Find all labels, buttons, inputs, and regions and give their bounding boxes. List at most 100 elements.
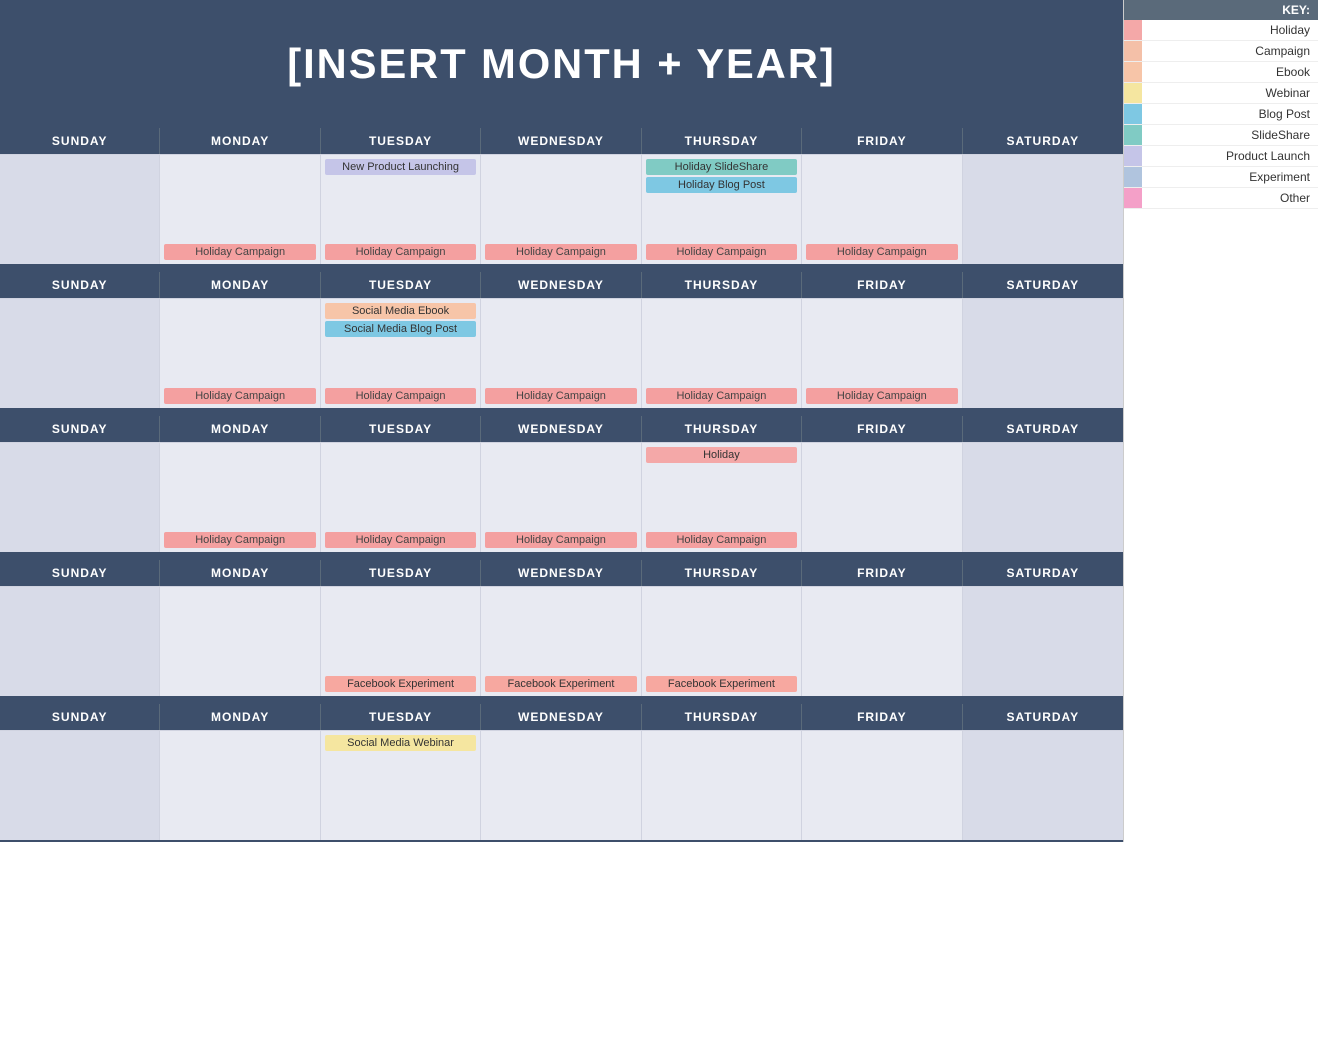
day-cell: Holiday Campaign — [802, 154, 962, 264]
day-cell — [160, 730, 320, 840]
key-color-swatch — [1124, 104, 1142, 124]
day-name: SUNDAY — [0, 272, 160, 298]
bottom-tag: Facebook Experiment — [325, 676, 476, 692]
bottom-tag: Holiday Campaign — [485, 244, 636, 260]
key-item-label: Other — [1142, 188, 1318, 208]
bottom-tag: Holiday Campaign — [646, 532, 797, 548]
bottom-tag: Facebook Experiment — [485, 676, 636, 692]
week-header-2: SUNDAYMONDAYTUESDAYWEDNESDAYTHURSDAYFRID… — [0, 416, 1123, 442]
day-cell: Holiday SlideShareHoliday Blog PostHolid… — [642, 154, 802, 264]
day-name: MONDAY — [160, 416, 320, 442]
bottom-tag: Holiday Campaign — [485, 388, 636, 404]
day-cell — [0, 442, 160, 552]
week-header-0: SUNDAYMONDAYTUESDAYWEDNESDAYTHURSDAYFRID… — [0, 128, 1123, 154]
day-cell: Facebook Experiment — [642, 586, 802, 696]
day-cell — [963, 730, 1123, 840]
day-cell: Holiday Campaign — [160, 298, 320, 408]
day-cell — [963, 298, 1123, 408]
key-color-swatch — [1124, 125, 1142, 145]
key-item-label: Webinar — [1142, 83, 1318, 103]
day-cell — [160, 586, 320, 696]
calendar-header: [INSERT MONTH + YEAR] — [0, 0, 1123, 128]
key-item: Ebook — [1124, 62, 1318, 83]
day-name: FRIDAY — [802, 128, 962, 154]
bottom-tag: Holiday Campaign — [164, 532, 315, 548]
day-name: SATURDAY — [963, 560, 1123, 586]
event-tag: Social Media Webinar — [325, 735, 476, 751]
week-body-2: Holiday Campaign Holiday Campaign Holiday … — [0, 442, 1123, 554]
day-name: TUESDAY — [321, 560, 481, 586]
key-item: Other — [1124, 188, 1318, 209]
day-name: MONDAY — [160, 272, 320, 298]
key-items: Holiday Campaign Ebook Webinar Blog Post… — [1124, 20, 1318, 209]
day-cell: Holiday Campaign — [481, 154, 641, 264]
bottom-tag: Holiday Campaign — [806, 244, 957, 260]
event-tag: Holiday Blog Post — [646, 177, 797, 193]
day-cell: Holiday Campaign — [160, 442, 320, 552]
day-name: FRIDAY — [802, 416, 962, 442]
bottom-tag: Holiday Campaign — [164, 388, 315, 404]
day-name: SUNDAY — [0, 128, 160, 154]
day-cell — [481, 730, 641, 840]
day-cell — [802, 442, 962, 552]
day-name: MONDAY — [160, 560, 320, 586]
day-cell: Holiday Campaign — [160, 154, 320, 264]
day-name: SUNDAY — [0, 416, 160, 442]
key-item: Webinar — [1124, 83, 1318, 104]
key-color-swatch — [1124, 146, 1142, 166]
week-header-3: SUNDAYMONDAYTUESDAYWEDNESDAYTHURSDAYFRID… — [0, 560, 1123, 586]
key-title: KEY: — [1124, 0, 1318, 20]
day-name: SUNDAY — [0, 704, 160, 730]
day-name: THURSDAY — [642, 272, 802, 298]
day-name: THURSDAY — [642, 128, 802, 154]
week-body-1: Holiday CampaignSocial Media EbookSocial… — [0, 298, 1123, 410]
day-cell — [642, 730, 802, 840]
day-name: THURSDAY — [642, 704, 802, 730]
cell-events: Holiday SlideShareHoliday Blog Post — [646, 159, 797, 193]
calendar-area: [INSERT MONTH + YEAR] SUNDAYMONDAYTUESDA… — [0, 0, 1123, 842]
day-cell — [802, 730, 962, 840]
key-item: Blog Post — [1124, 104, 1318, 125]
key-color-swatch — [1124, 83, 1142, 103]
day-name: TUESDAY — [321, 272, 481, 298]
week-header-4: SUNDAYMONDAYTUESDAYWEDNESDAYTHURSDAYFRID… — [0, 704, 1123, 730]
day-name: SATURDAY — [963, 272, 1123, 298]
day-cell — [0, 730, 160, 840]
day-name: TUESDAY — [321, 704, 481, 730]
event-tag: Holiday — [646, 447, 797, 463]
key-item: Experiment — [1124, 167, 1318, 188]
day-cell: Holiday Campaign — [642, 298, 802, 408]
day-cell: Holiday Campaign — [481, 298, 641, 408]
key-color-swatch — [1124, 20, 1142, 40]
day-cell: Social Media Webinar — [321, 730, 481, 840]
day-name: WEDNESDAY — [481, 128, 641, 154]
day-cell: Facebook Experiment — [321, 586, 481, 696]
cell-events: Holiday — [646, 447, 797, 463]
day-name: FRIDAY — [802, 560, 962, 586]
event-tag: New Product Launching — [325, 159, 476, 175]
day-name: SATURDAY — [963, 128, 1123, 154]
key-item: SlideShare — [1124, 125, 1318, 146]
week-body-4: Social Media Webinar — [0, 730, 1123, 842]
bottom-tag: Holiday Campaign — [164, 244, 315, 260]
key-item: Campaign — [1124, 41, 1318, 62]
key-item-label: SlideShare — [1142, 125, 1318, 145]
event-tag: Social Media Ebook — [325, 303, 476, 319]
day-name: WEDNESDAY — [481, 560, 641, 586]
key-color-swatch — [1124, 167, 1142, 187]
day-name: WEDNESDAY — [481, 704, 641, 730]
key-item-label: Product Launch — [1142, 146, 1318, 166]
key-color-swatch — [1124, 188, 1142, 208]
bottom-tag: Holiday Campaign — [646, 388, 797, 404]
day-name: TUESDAY — [321, 416, 481, 442]
day-cell: Holiday Campaign — [481, 442, 641, 552]
cell-events: Social Media Webinar — [325, 735, 476, 751]
day-name: TUESDAY — [321, 128, 481, 154]
weeks-container: SUNDAYMONDAYTUESDAYWEDNESDAYTHURSDAYFRID… — [0, 128, 1123, 842]
bottom-tag: Holiday Campaign — [325, 388, 476, 404]
day-name: THURSDAY — [642, 416, 802, 442]
week-body-0: Holiday Campaign New Product Launching Hol… — [0, 154, 1123, 266]
main-wrapper: [INSERT MONTH + YEAR] SUNDAYMONDAYTUESDA… — [0, 0, 1318, 842]
calendar-title: [INSERT MONTH + YEAR] — [20, 40, 1103, 88]
key-color-swatch — [1124, 41, 1142, 61]
